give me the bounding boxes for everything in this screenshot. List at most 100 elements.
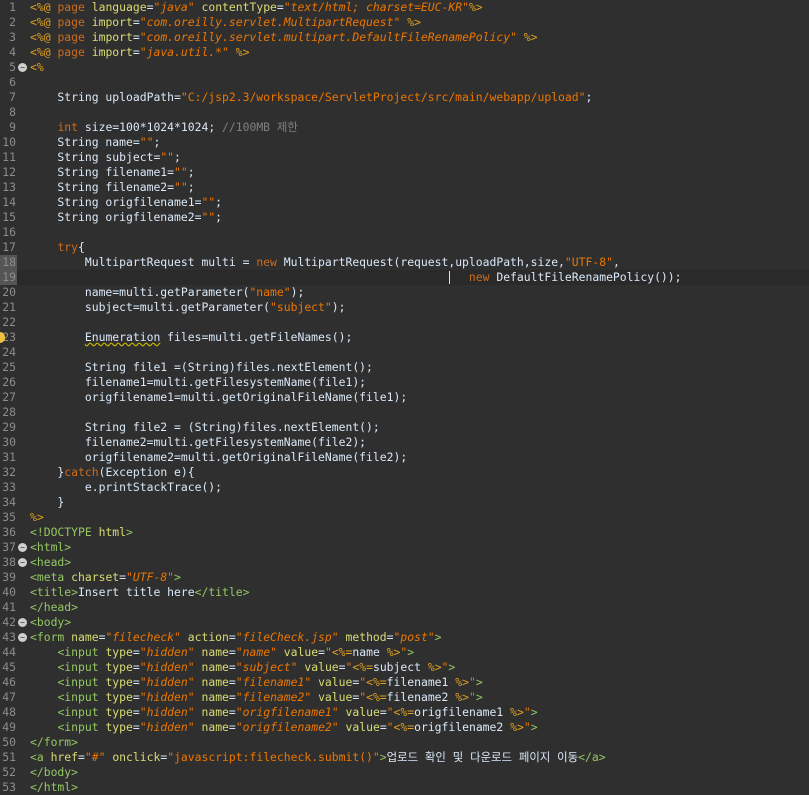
code-line[interactable]: 12 String filename1=""; <box>0 165 809 180</box>
line-number-gutter: 6 <box>0 75 30 90</box>
code-line[interactable]: 32 }catch(Exception e){ <box>0 465 809 480</box>
token: > <box>434 630 442 644</box>
line-number: 48 <box>2 705 16 719</box>
token: </html> <box>30 780 79 794</box>
code-line[interactable]: 14 String origfilename1=""; <box>0 195 809 210</box>
code-line[interactable]: 52 </body> <box>0 765 809 780</box>
code-text: origfilename1=multi.getOriginalFileName(… <box>30 390 407 405</box>
token: "" <box>139 135 154 149</box>
code-line[interactable]: 20 name=multi.getParameter("name"); <box>0 285 809 300</box>
code-line[interactable]: 21 subject=multi.getParameter("subject")… <box>0 300 809 315</box>
code-line[interactable]: 48 <input type="hidden" name="origfilena… <box>0 705 809 720</box>
code-line[interactable]: 15 String origfilename2=""; <box>0 210 809 225</box>
token: = <box>318 645 325 659</box>
code-line[interactable]: 43− <form name="filecheck" action="fileCh… <box>0 630 809 645</box>
fold-toggle-icon[interactable]: − <box>18 618 27 627</box>
code-line[interactable]: 23 Enumeration files=multi.getFileNames(… <box>0 330 809 345</box>
token: import <box>91 45 133 59</box>
token: <%@ <box>30 0 58 14</box>
code-line[interactable]: 8 <box>0 105 809 120</box>
code-text: String origfilename1=""; <box>30 195 222 210</box>
token: = <box>228 645 236 659</box>
code-line[interactable]: 36 <!DOCTYPE html> <box>0 525 809 540</box>
token: " <box>468 690 476 704</box>
code-line[interactable]: 26 filename1=multi.getFilesystemName(fil… <box>0 375 809 390</box>
code-line[interactable]: 3 <%@ page import="com.oreilly.servlet.mu… <box>0 30 809 45</box>
code-text: <title>Insert title here</title> <box>30 585 249 600</box>
line-number-gutter: 50 <box>0 735 30 750</box>
code-line[interactable]: 13 String filename2=""; <box>0 180 809 195</box>
code-line[interactable]: 50 </form> <box>0 735 809 750</box>
code-line[interactable]: 47 <input type="hidden" name="filename2"… <box>0 690 809 705</box>
code-line[interactable]: 41 </head> <box>0 600 809 615</box>
code-line[interactable]: 18 MultipartRequest multi = new Multipar… <box>0 255 809 270</box>
code-line[interactable]: 53 </html> <box>0 780 809 795</box>
line-number: 46 <box>2 675 16 689</box>
code-line[interactable]: 11 String subject=""; <box>0 150 809 165</box>
code-line[interactable]: 1 <%@ page language="java" contentType="t… <box>0 0 809 15</box>
code-editor[interactable]: 1 <%@ page language="java" contentType="t… <box>0 0 809 794</box>
code-line[interactable]: 28 <box>0 405 809 420</box>
line-number-gutter: 33 <box>0 480 30 495</box>
code-line[interactable]: 19 new DefaultFileRenamePolicy()); <box>0 270 809 285</box>
code-line[interactable]: 44 <input type="hidden" name="name" valu… <box>0 645 809 660</box>
code-text: </head> <box>30 600 78 615</box>
code-line[interactable]: 38− <head> <box>0 555 809 570</box>
code-line[interactable]: 17 try{ <box>0 240 809 255</box>
code-line[interactable]: 24 <box>0 345 809 360</box>
line-number-gutter: 27 <box>0 390 30 405</box>
code-line[interactable]: 33 e.printStackTrace(); <box>0 480 809 495</box>
token: type <box>105 690 133 704</box>
token: name <box>201 645 229 659</box>
code-text: <input type="hidden" name="filename1" va… <box>30 675 482 690</box>
code-line[interactable]: 42− <body> <box>0 615 809 630</box>
code-line[interactable]: 22 <box>0 315 809 330</box>
token: String name= <box>30 135 140 149</box>
code-line[interactable]: 46 <input type="hidden" name="filename1"… <box>0 675 809 690</box>
code-line[interactable]: 5− <% <box>0 60 809 75</box>
token: = <box>119 570 127 584</box>
code-line[interactable]: 40 <title>Insert title here</title> <box>0 585 809 600</box>
token: <%= <box>393 720 415 734</box>
token: = <box>228 675 236 689</box>
code-line[interactable]: 30 filename2=multi.getFilesystemName(fil… <box>0 435 809 450</box>
token: type <box>105 645 133 659</box>
code-line[interactable]: 35 %> <box>0 510 809 525</box>
code-line[interactable]: 34 } <box>0 495 809 510</box>
code-line[interactable]: 29 String file2 = (String)files.nextElem… <box>0 420 809 435</box>
code-line[interactable]: 6 <box>0 75 809 90</box>
line-number: 1 <box>9 0 16 14</box>
code-line[interactable]: 37− <html> <box>0 540 809 555</box>
code-line[interactable]: 51 <a href="#" onclick="javascript:filech… <box>0 750 809 765</box>
code-line[interactable]: 7 String uploadPath="C:/jsp2.3/workspace… <box>0 90 809 105</box>
fold-toggle-icon[interactable]: − <box>18 543 27 552</box>
code-line[interactable]: 49 <input type="hidden" name="origfilena… <box>0 720 809 735</box>
token: page <box>57 30 92 44</box>
code-line[interactable]: 10 String name=""; <box>0 135 809 150</box>
code-line[interactable]: 9 int size=100*1024*1024; //100MB 제한 <box>0 120 809 135</box>
code-line[interactable]: 39 <meta charset="UTF-8"> <box>0 570 809 585</box>
code-line[interactable]: 45 <input type="hidden" name="subject" v… <box>0 660 809 675</box>
fold-toggle-icon[interactable]: − <box>18 63 27 72</box>
line-number: 26 <box>2 375 16 389</box>
token: <%@ <box>30 45 58 59</box>
code-line[interactable]: 27 origfilename1=multi.getOriginalFileNa… <box>0 390 809 405</box>
token: "name" <box>249 285 291 299</box>
fold-toggle-icon[interactable]: − <box>18 633 27 642</box>
token: "" <box>174 180 188 194</box>
line-number: 12 <box>2 165 16 179</box>
code-line[interactable]: 2 <%@ page import="com.oreilly.servlet.Mu… <box>0 15 809 30</box>
line-number-gutter: 53 <box>0 780 30 795</box>
token: "origfilename2" <box>235 720 339 734</box>
token: try <box>57 240 79 254</box>
token: name <box>201 720 229 734</box>
code-line[interactable]: 4 <%@ page import="java.util.*" %> <box>0 45 809 60</box>
token: e.printStackTrace(); <box>30 480 223 494</box>
fold-toggle-icon[interactable]: − <box>18 558 27 567</box>
code-line[interactable]: 25 String file1 =(String)files.nextEleme… <box>0 360 809 375</box>
token: catch <box>64 465 99 479</box>
code-line[interactable]: 31 origfilename2=multi.getOriginalFileNa… <box>0 450 809 465</box>
code-line[interactable]: 16 <box>0 225 809 240</box>
